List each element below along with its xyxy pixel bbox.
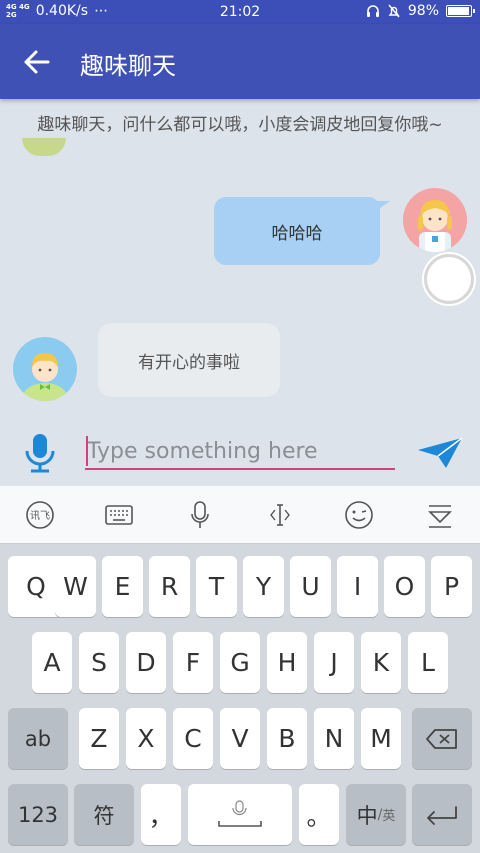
- message-text: 有开心的事啦: [138, 352, 240, 373]
- arrow-back-icon[interactable]: [18, 46, 54, 78]
- key-o[interactable]: O: [384, 556, 425, 617]
- backspace-key[interactable]: [412, 708, 472, 769]
- chat-notice: 趣味聊天，问什么都可以哦，小度会调皮地回复你哦~: [37, 115, 443, 135]
- text-cursor-icon[interactable]: [264, 499, 296, 531]
- ime-logo-icon[interactable]: 讯飞: [24, 499, 56, 531]
- key-w[interactable]: W: [55, 556, 96, 617]
- key-d[interactable]: D: [126, 632, 166, 693]
- boy-avatar-icon: [23, 353, 67, 401]
- text-cursor: [86, 436, 88, 466]
- key-b[interactable]: B: [267, 708, 307, 769]
- mute-bell-icon: [388, 4, 400, 18]
- key-n[interactable]: N: [314, 708, 354, 769]
- key-h[interactable]: H: [267, 632, 307, 693]
- key-e[interactable]: E: [102, 556, 143, 617]
- key-k[interactable]: K: [361, 632, 401, 693]
- battery-icon: [446, 5, 475, 17]
- key-language-toggle[interactable]: 中 / 英: [346, 784, 406, 845]
- key-v[interactable]: V: [220, 708, 260, 769]
- key-ab-shift[interactable]: ab: [8, 708, 68, 769]
- key-s[interactable]: S: [79, 632, 119, 693]
- space-bar-icon: [218, 799, 262, 827]
- keyboard-icon[interactable]: [103, 499, 135, 531]
- message-input[interactable]: [85, 434, 395, 470]
- key-x[interactable]: X: [126, 708, 166, 769]
- key-l[interactable]: L: [408, 632, 448, 693]
- svg-text:讯飞: 讯飞: [30, 510, 50, 522]
- send-icon[interactable]: [416, 436, 464, 470]
- status-bar: 4G 4G 2G 0.40K/s ⋯ 21:02 98%: [0, 0, 480, 24]
- key-t[interactable]: T: [196, 556, 237, 617]
- key-g[interactable]: G: [220, 632, 260, 693]
- key-i[interactable]: I: [337, 556, 378, 617]
- headset-icon: [366, 5, 379, 17]
- key-j[interactable]: J: [314, 632, 354, 693]
- key-m[interactable]: M: [361, 708, 401, 769]
- floating-assistant-button[interactable]: [424, 254, 474, 304]
- key-y[interactable]: Y: [243, 556, 284, 617]
- lang-zh-label: 中: [356, 803, 378, 828]
- microphone-icon[interactable]: [184, 499, 216, 531]
- emoji-icon[interactable]: [343, 499, 375, 531]
- microphone-icon[interactable]: [20, 432, 60, 474]
- bot-avatar: [13, 337, 77, 401]
- lang-en-label: 英: [382, 809, 396, 824]
- user-avatar[interactable]: [403, 188, 467, 252]
- key-r[interactable]: R: [149, 556, 190, 617]
- page-title: 趣味聊天: [80, 52, 176, 80]
- enter-key[interactable]: [412, 784, 472, 845]
- incoming-message[interactable]: 有开心的事啦: [98, 323, 280, 397]
- message-text: 哈哈哈: [271, 223, 323, 244]
- key-numbers[interactable]: 123: [8, 784, 68, 845]
- key-p[interactable]: P: [431, 556, 472, 617]
- key-u[interactable]: U: [290, 556, 331, 617]
- soft-keyboard: 讯飞 Q W E R T Y U I O P A S D F G H J K L…: [0, 486, 480, 853]
- space-key[interactable]: [188, 784, 292, 845]
- key-period[interactable]: 。: [299, 784, 339, 845]
- key-z[interactable]: Z: [79, 708, 119, 769]
- key-symbols[interactable]: 符: [74, 784, 134, 845]
- girl-avatar-icon: [418, 200, 452, 252]
- backspace-icon: [426, 728, 457, 749]
- partial-avatar: [22, 138, 66, 156]
- enter-icon: [427, 805, 457, 825]
- key-comma[interactable]: ，: [141, 784, 181, 845]
- battery-percent: 98%: [407, 3, 439, 19]
- outgoing-message[interactable]: 哈哈哈: [214, 197, 390, 265]
- key-f[interactable]: F: [173, 632, 213, 693]
- keyboard-toolbar: 讯飞: [0, 486, 480, 544]
- key-a[interactable]: A: [32, 632, 72, 693]
- app-bar: 趣味聊天: [0, 24, 480, 99]
- key-c[interactable]: C: [173, 708, 213, 769]
- collapse-keyboard-icon[interactable]: [424, 499, 456, 531]
